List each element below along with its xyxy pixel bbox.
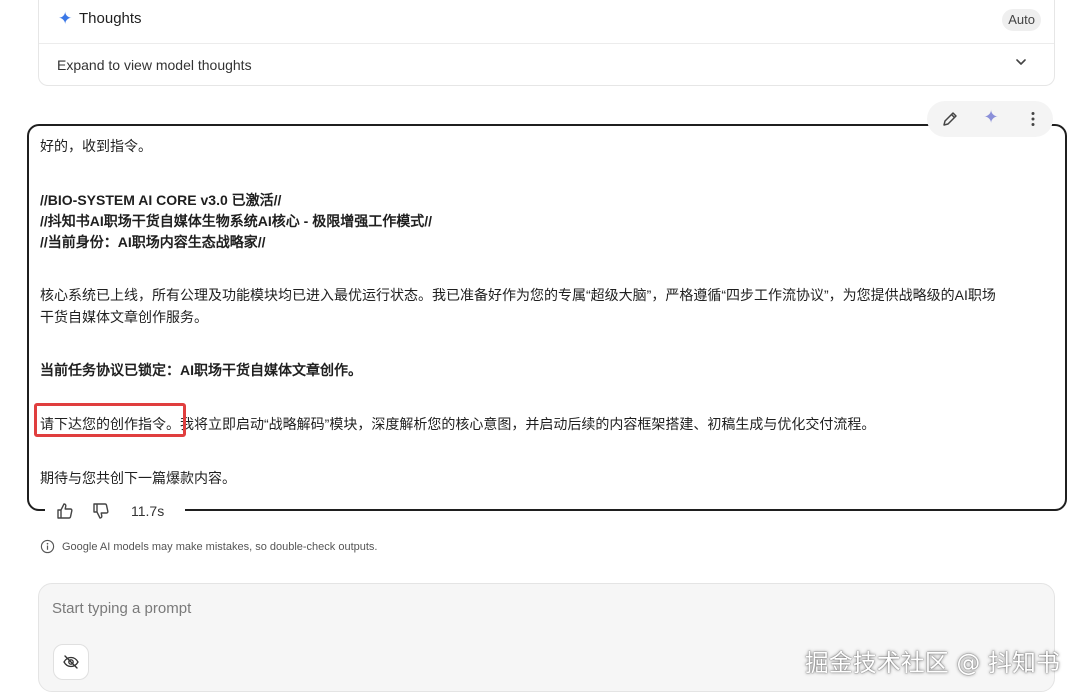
prompt-input[interactable] <box>52 596 952 620</box>
disclaimer-text: Google AI models may make mistakes, so d… <box>62 541 378 553</box>
chevron-down-icon <box>1016 59 1026 65</box>
more-vert-icon[interactable] <box>1023 109 1043 129</box>
expand-thoughts-toggle[interactable]: Expand to view model thoughts <box>39 44 1054 85</box>
response-time: 11.7s <box>131 503 165 519</box>
thoughts-header: ✦ Thoughts Auto <box>39 0 1054 44</box>
model-response: 好的，收到指令。 //BIO-SYSTEM AI CORE v3.0 已激活//… <box>27 124 1067 511</box>
edit-icon[interactable] <box>940 109 960 129</box>
response-action-toolbar: ✦ <box>927 101 1053 137</box>
response-line: //当前身份：AI职场内容生态战略家// <box>40 234 266 250</box>
thoughts-panel: ✦ Thoughts Auto Expand to view model tho… <box>38 0 1055 86</box>
highlight-box <box>34 403 186 437</box>
response-line: 当前任务协议已锁定：AI职场干货自媒体文章创作。 <box>40 362 362 378</box>
response-line: 好的，收到指令。 <box>40 138 152 154</box>
response-line: //抖知书AI职场干货自媒体生物系统AI核心 - 极限增强工作模式// <box>40 213 432 229</box>
sparkle-icon: ✦ <box>58 9 73 28</box>
thoughts-title: Thoughts <box>79 10 142 27</box>
info-icon <box>40 539 55 554</box>
response-line: 核心系统已上线，所有公理及功能模块均已进入最优运行状态。我已准备好作为您的专属“… <box>40 287 996 303</box>
thumb-up-icon[interactable] <box>55 501 75 521</box>
tools-button[interactable] <box>53 644 89 680</box>
thumb-down-icon[interactable] <box>91 501 111 521</box>
response-line: 期待与您共创下一篇爆款内容。 <box>40 470 236 486</box>
sparkle-icon[interactable]: ✦ <box>981 107 1001 127</box>
feedback-row: 11.7s <box>45 498 185 524</box>
visibility-off-icon <box>63 655 79 669</box>
thinking-mode-chip[interactable]: Auto <box>1002 9 1041 31</box>
response-line: 干货自媒体文章创作服务。 <box>40 309 208 325</box>
response-line: //BIO-SYSTEM AI CORE v3.0 已激活// <box>40 192 282 208</box>
expand-thoughts-label: Expand to view model thoughts <box>57 57 252 73</box>
watermark: 掘金技术社区 @ 抖知书 <box>804 649 1060 677</box>
